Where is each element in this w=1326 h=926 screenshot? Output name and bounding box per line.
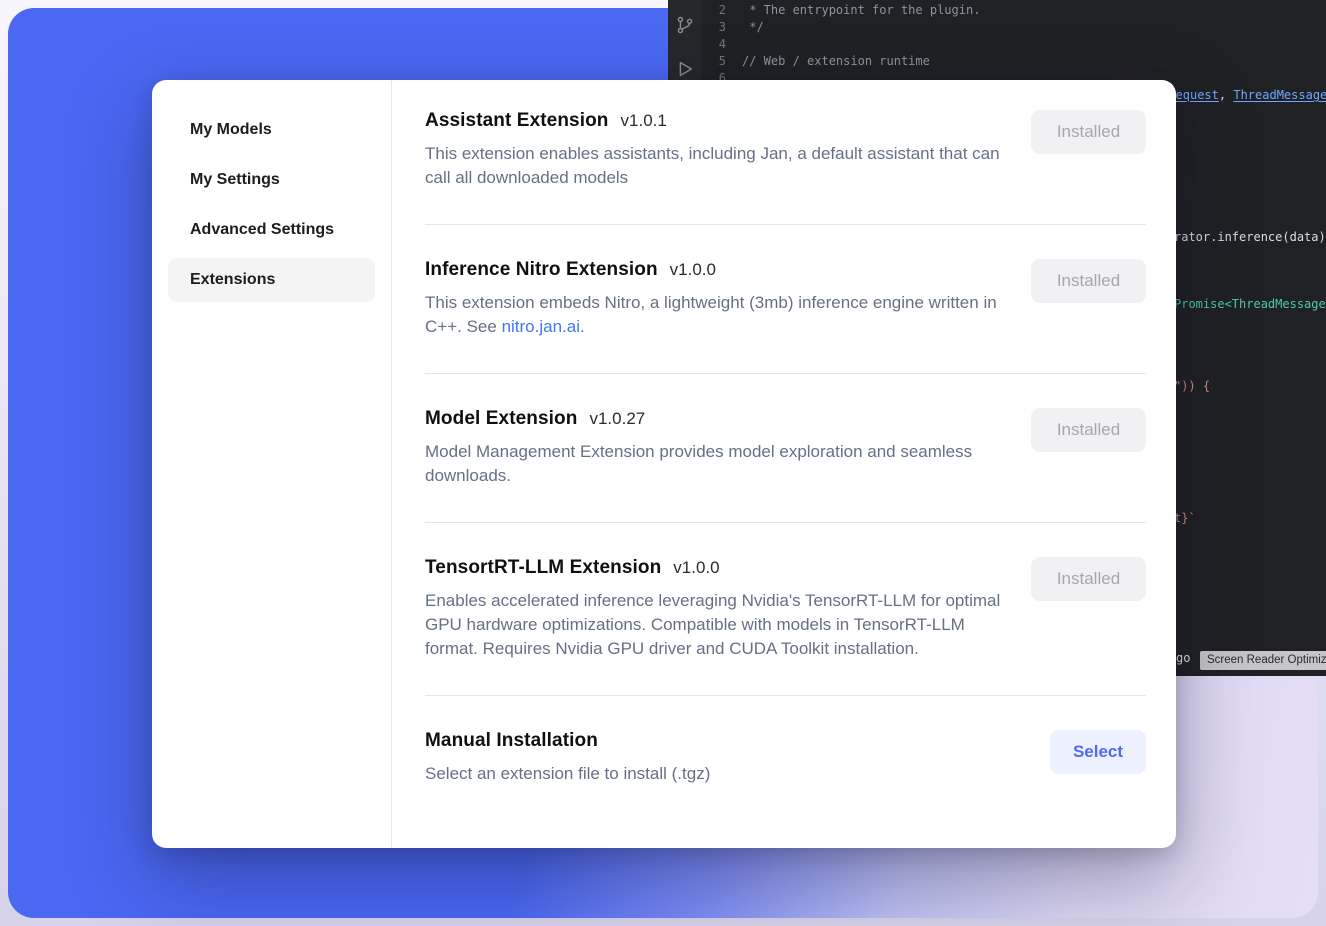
extension-description: This extension enables assistants, inclu… bbox=[425, 142, 1007, 190]
extension-name: Manual Installation bbox=[425, 730, 598, 752]
extension-description: Enables accelerated inference leveraging… bbox=[425, 589, 1007, 661]
extension-row-manual-install: Manual Installation Select an extension … bbox=[425, 696, 1146, 820]
source-control-icon[interactable] bbox=[674, 14, 696, 36]
nav-item-my-models[interactable]: My Models bbox=[168, 108, 375, 152]
extension-description: Select an extension file to install (.tg… bbox=[425, 762, 710, 786]
extension-row-tensorrt: TensortRT-LLM Extension v1.0.0 Enables a… bbox=[425, 523, 1146, 696]
line-number: 4 bbox=[702, 36, 742, 53]
code-fragment-template: t}` bbox=[1174, 510, 1196, 527]
settings-modal: My Models My Settings Advanced Settings … bbox=[152, 80, 1176, 848]
line-number: 3 bbox=[702, 19, 742, 36]
extension-version: v1.0.27 bbox=[589, 409, 645, 429]
extension-row-model: Model Extension v1.0.27 Model Management… bbox=[425, 374, 1146, 523]
extension-description: This extension embeds Nitro, a lightweig… bbox=[425, 291, 1007, 339]
extension-row-assistant: Assistant Extension v1.0.1 This extensio… bbox=[425, 110, 1146, 225]
desktop-background: 2 * The entrypoint for the plugin. 3 */ … bbox=[0, 0, 1326, 926]
extension-version: v1.0.0 bbox=[673, 558, 719, 578]
extensions-list: Assistant Extension v1.0.1 This extensio… bbox=[392, 80, 1176, 848]
nav-item-extensions[interactable]: Extensions bbox=[168, 258, 375, 302]
nitro-jan-ai-link[interactable]: nitro.jan.ai. bbox=[502, 317, 585, 336]
code-fragment-inference: rator.inference(data)); bbox=[1174, 229, 1326, 246]
extension-name: Model Extension bbox=[425, 408, 577, 430]
code-line: 2 * The entrypoint for the plugin. bbox=[702, 2, 1326, 19]
line-number: 2 bbox=[702, 2, 742, 19]
code-line: 4 bbox=[702, 36, 1326, 53]
extension-version: v1.0.1 bbox=[621, 111, 667, 131]
extension-name: Assistant Extension bbox=[425, 110, 609, 132]
code-line: 5 // Web / extension runtime bbox=[702, 53, 1326, 70]
code-line: 3 */ bbox=[702, 19, 1326, 36]
select-file-button[interactable]: Select bbox=[1050, 730, 1146, 774]
screen-reader-badge: Screen Reader Optimized bbox=[1200, 651, 1326, 670]
extension-version: v1.0.0 bbox=[670, 260, 716, 280]
installed-button[interactable]: Installed bbox=[1031, 557, 1146, 601]
statusbar-text: go bbox=[1176, 650, 1190, 667]
settings-nav: My Models My Settings Advanced Settings … bbox=[152, 80, 391, 848]
extension-row-nitro: Inference Nitro Extension v1.0.0 This ex… bbox=[425, 225, 1146, 374]
code-fragment-promise: Promise<ThreadMessage> bbox=[1174, 296, 1326, 313]
code-fragment-brace: ")) { bbox=[1174, 378, 1210, 395]
extension-name: TensortRT-LLM Extension bbox=[425, 557, 661, 579]
extension-description: Model Management Extension provides mode… bbox=[425, 440, 1007, 488]
installed-button[interactable]: Installed bbox=[1031, 408, 1146, 452]
nav-item-my-settings[interactable]: My Settings bbox=[168, 158, 375, 202]
installed-button[interactable]: Installed bbox=[1031, 110, 1146, 154]
installed-button[interactable]: Installed bbox=[1031, 259, 1146, 303]
extension-name: Inference Nitro Extension bbox=[425, 259, 658, 281]
line-number: 5 bbox=[702, 53, 742, 70]
nav-item-advanced-settings[interactable]: Advanced Settings bbox=[168, 208, 375, 252]
run-debug-icon[interactable] bbox=[674, 58, 696, 80]
